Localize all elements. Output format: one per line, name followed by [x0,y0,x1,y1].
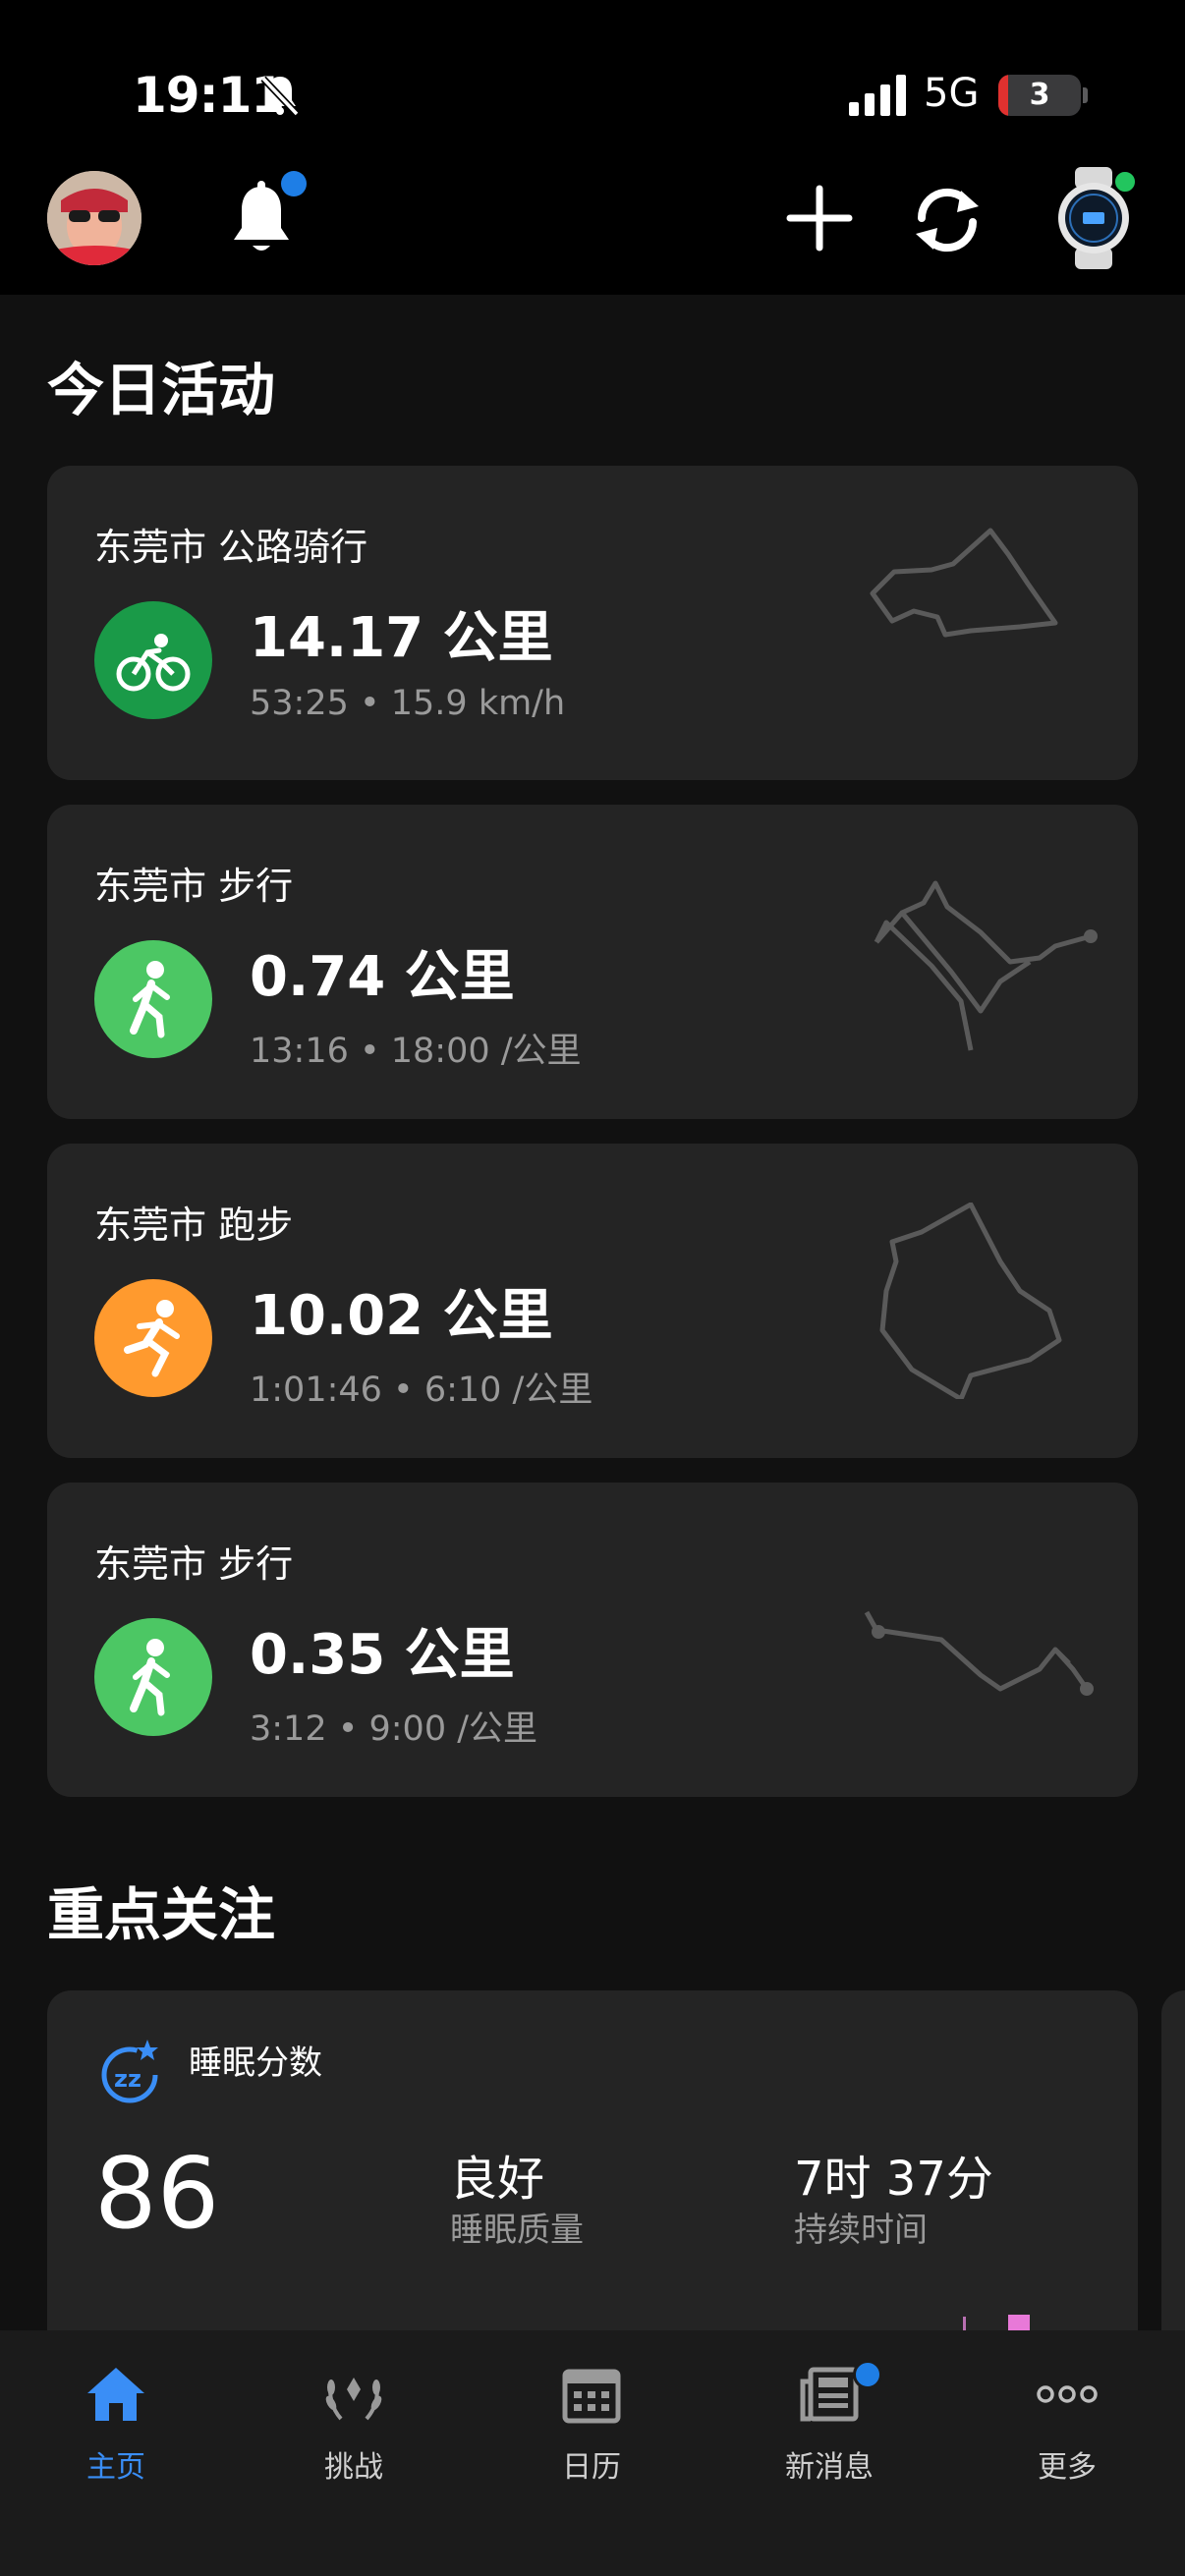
nav-challenges-label: 挑战 [324,2450,383,2485]
notification-badge [281,171,307,196]
more-dots-icon [1037,2385,1098,2403]
route-map-thumbnail [864,1610,1094,1696]
top-header: 19:11 5G 3 [0,0,1185,295]
nav-news[interactable]: 新消息 [731,2360,928,2507]
route-map-thumbnail [879,1203,1062,1399]
walking-icon [94,940,212,1058]
sleep-quality-value: 良好 [450,2152,545,2207]
activity-location: 东莞市 步行 [94,865,294,908]
sleep-score-value: 86 [94,2136,220,2251]
add-icon[interactable] [782,181,857,255]
nav-calendar-label: 日历 [562,2450,621,2485]
nav-calendar[interactable]: 日历 [493,2360,690,2507]
device-connected-dot [1112,169,1138,195]
avatar-image [47,171,141,265]
activity-detail: 3:12 • 9:00 /公里 [250,1709,538,1749]
activity-detail: 1:01:46 • 6:10 /公里 [250,1371,593,1410]
activity-distance: 0.35 公里 [250,1623,515,1687]
home-icon [87,2368,144,2421]
nav-more-label: 更多 [1038,2450,1097,2485]
activity-location: 东莞市 公路骑行 [94,526,368,569]
nav-home[interactable]: 主页 [18,2360,214,2507]
activity-detail: 53:25 • 15.9 km/h [250,684,566,723]
sync-icon[interactable] [904,177,990,263]
nav-home-label: 主页 [86,2450,145,2485]
sleep-quality-label: 睡眠质量 [450,2211,584,2250]
today-activities-title: 今日活动 [47,357,276,423]
battery-indicator: 3 [998,75,1081,116]
activity-detail: 13:16 • 18:00 /公里 [250,1032,582,1071]
activity-card[interactable]: 东莞市 步行 0.35 公里 3:12 • 9:00 /公里 [47,1483,1138,1797]
battery-level: 3 [1029,78,1050,112]
sleep-duration-value: 7时 37分 [794,2152,993,2207]
bottom-navigation: 主页 挑战 日历 新消息 更多 [0,2330,1185,2576]
laurel-icon [325,2378,382,2421]
svg-text:zz: zz [114,2065,141,2093]
battery-tip [1083,87,1088,103]
profile-avatar[interactable] [47,171,141,265]
sleep-card-title: 睡眠分数 [189,2044,322,2083]
signal-icon [849,75,906,116]
activity-card[interactable]: 东莞市 跑步 10.02 公里 1:01:46 • 6:10 /公里 [47,1144,1138,1458]
activity-distance: 10.02 公里 [250,1284,553,1348]
route-map-thumbnail [870,528,1058,638]
nav-more[interactable]: 更多 [969,2360,1165,2507]
activity-card[interactable]: 东莞市 公路骑行 14.17 公里 53:25 • 15.9 km/h [47,466,1138,780]
bell-muted-icon [260,76,300,117]
route-map-thumbnail [874,880,1098,1051]
news-unread-badge [853,2360,882,2389]
screen: 19:11 5G 3 今日活动 东莞市 公路骑行 14.17 公里 53:25 … [0,0,1185,2576]
running-icon [94,1279,212,1397]
network-label: 5G [924,71,980,116]
sleep-icon: zz [101,2040,158,2103]
focus-title: 重点关注 [47,1881,276,1948]
cycling-icon [94,601,212,719]
nav-news-label: 新消息 [785,2450,874,2485]
activity-location: 东莞市 步行 [94,1542,294,1586]
calendar-icon [562,2369,621,2424]
activity-card[interactable]: 东莞市 步行 0.74 公里 13:16 • 18:00 /公里 [47,805,1138,1119]
sleep-duration-label: 持续时间 [794,2211,928,2250]
activity-distance: 14.17 公里 [250,606,553,670]
activity-distance: 0.74 公里 [250,945,515,1009]
walking-icon [94,1618,212,1736]
nav-challenges[interactable]: 挑战 [255,2360,452,2507]
activity-location: 东莞市 跑步 [94,1204,294,1247]
